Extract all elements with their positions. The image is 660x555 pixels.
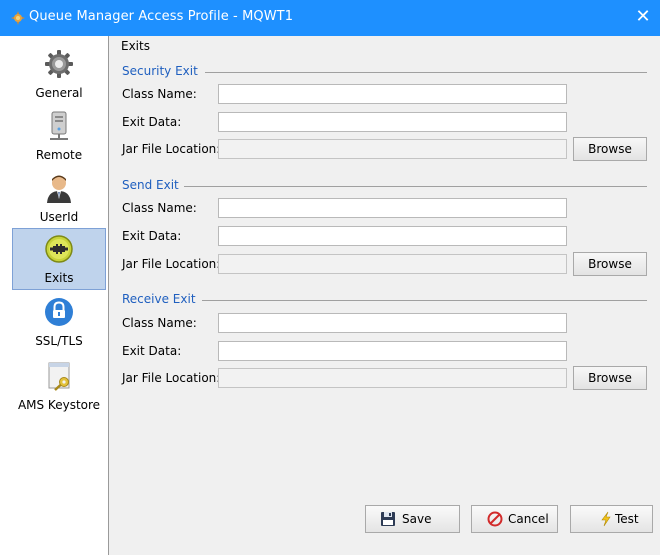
send-class-name-input[interactable]	[218, 198, 567, 218]
security-exit-data-input[interactable]	[218, 112, 567, 132]
send-browse-button[interactable]: Browse	[573, 252, 647, 276]
sidebar-item-label: UserId	[39, 210, 79, 224]
lightning-icon	[601, 511, 611, 527]
divider	[205, 72, 647, 73]
sidebar-item-exits[interactable]: Exits	[12, 228, 106, 290]
sidebar-item-label: Exits	[44, 271, 74, 285]
jar-file-location-label: Jar File Location:	[122, 371, 221, 385]
plugin-icon	[45, 235, 73, 263]
computer-tower-icon	[50, 111, 68, 140]
save-label: Save	[402, 512, 432, 526]
class-name-label: Class Name:	[122, 201, 197, 215]
sidebar-item-label: General	[35, 86, 83, 100]
receive-jar-file-input	[218, 368, 567, 388]
send-jar-file-input	[218, 254, 567, 274]
sidebar-item-label: AMS Keystore	[17, 398, 101, 412]
sidebar-item-remote[interactable]: Remote	[12, 106, 106, 168]
security-class-name-input[interactable]	[218, 84, 567, 104]
sidebar-item-general[interactable]: General	[12, 44, 106, 106]
divider	[202, 300, 647, 301]
cancel-button[interactable]: Cancel	[471, 505, 558, 533]
sidebar-item-userid[interactable]: UserId	[12, 168, 106, 230]
exit-data-label: Exit Data:	[122, 344, 182, 358]
section-title-security-exit: Security Exit	[122, 64, 198, 78]
divider	[184, 186, 647, 187]
cancel-icon	[487, 511, 503, 527]
app-icon	[11, 11, 25, 25]
sidebar-item-label: Remote	[35, 148, 83, 162]
sidebar-item-ssl-tls[interactable]: SSL/TLS	[12, 292, 106, 354]
class-name-label: Class Name:	[122, 87, 197, 101]
exits-panel: Exits Security Exit Class Name: Exit Dat…	[108, 36, 660, 555]
send-exit-data-input[interactable]	[218, 226, 567, 246]
key-document-icon	[48, 362, 70, 391]
sidebar-item-ams-keystore[interactable]: AMS Keystore	[12, 356, 106, 418]
save-button[interactable]: Save	[365, 505, 460, 533]
ssl-lock-icon	[45, 298, 73, 326]
security-jar-file-input	[218, 139, 567, 159]
title-bar: Queue Manager Access Profile - MQWT1 ✕	[0, 0, 660, 36]
test-label: Test	[615, 512, 639, 526]
cancel-label: Cancel	[508, 512, 549, 526]
section-title-receive-exit: Receive Exit	[122, 292, 196, 306]
security-browse-button[interactable]: Browse	[573, 137, 647, 161]
receive-exit-data-input[interactable]	[218, 341, 567, 361]
receive-browse-button[interactable]: Browse	[573, 366, 647, 390]
exit-data-label: Exit Data:	[122, 229, 182, 243]
close-icon[interactable]: ✕	[632, 5, 654, 29]
jar-file-location-label: Jar File Location:	[122, 257, 221, 271]
user-icon	[47, 175, 71, 203]
gear-icon	[45, 50, 73, 78]
section-title-send-exit: Send Exit	[122, 178, 179, 192]
window-title: Queue Manager Access Profile - MQWT1	[29, 9, 294, 24]
group-title: Exits	[121, 39, 150, 53]
jar-file-location-label: Jar File Location:	[122, 142, 221, 156]
floppy-disk-icon	[381, 512, 395, 526]
exit-data-label: Exit Data:	[122, 115, 182, 129]
sidebar-item-label: SSL/TLS	[35, 334, 83, 348]
test-button[interactable]: Test	[570, 505, 653, 533]
sidebar: General Remote UserId Exits SSL/TLS AMS …	[0, 36, 109, 555]
receive-class-name-input[interactable]	[218, 313, 567, 333]
class-name-label: Class Name:	[122, 316, 197, 330]
